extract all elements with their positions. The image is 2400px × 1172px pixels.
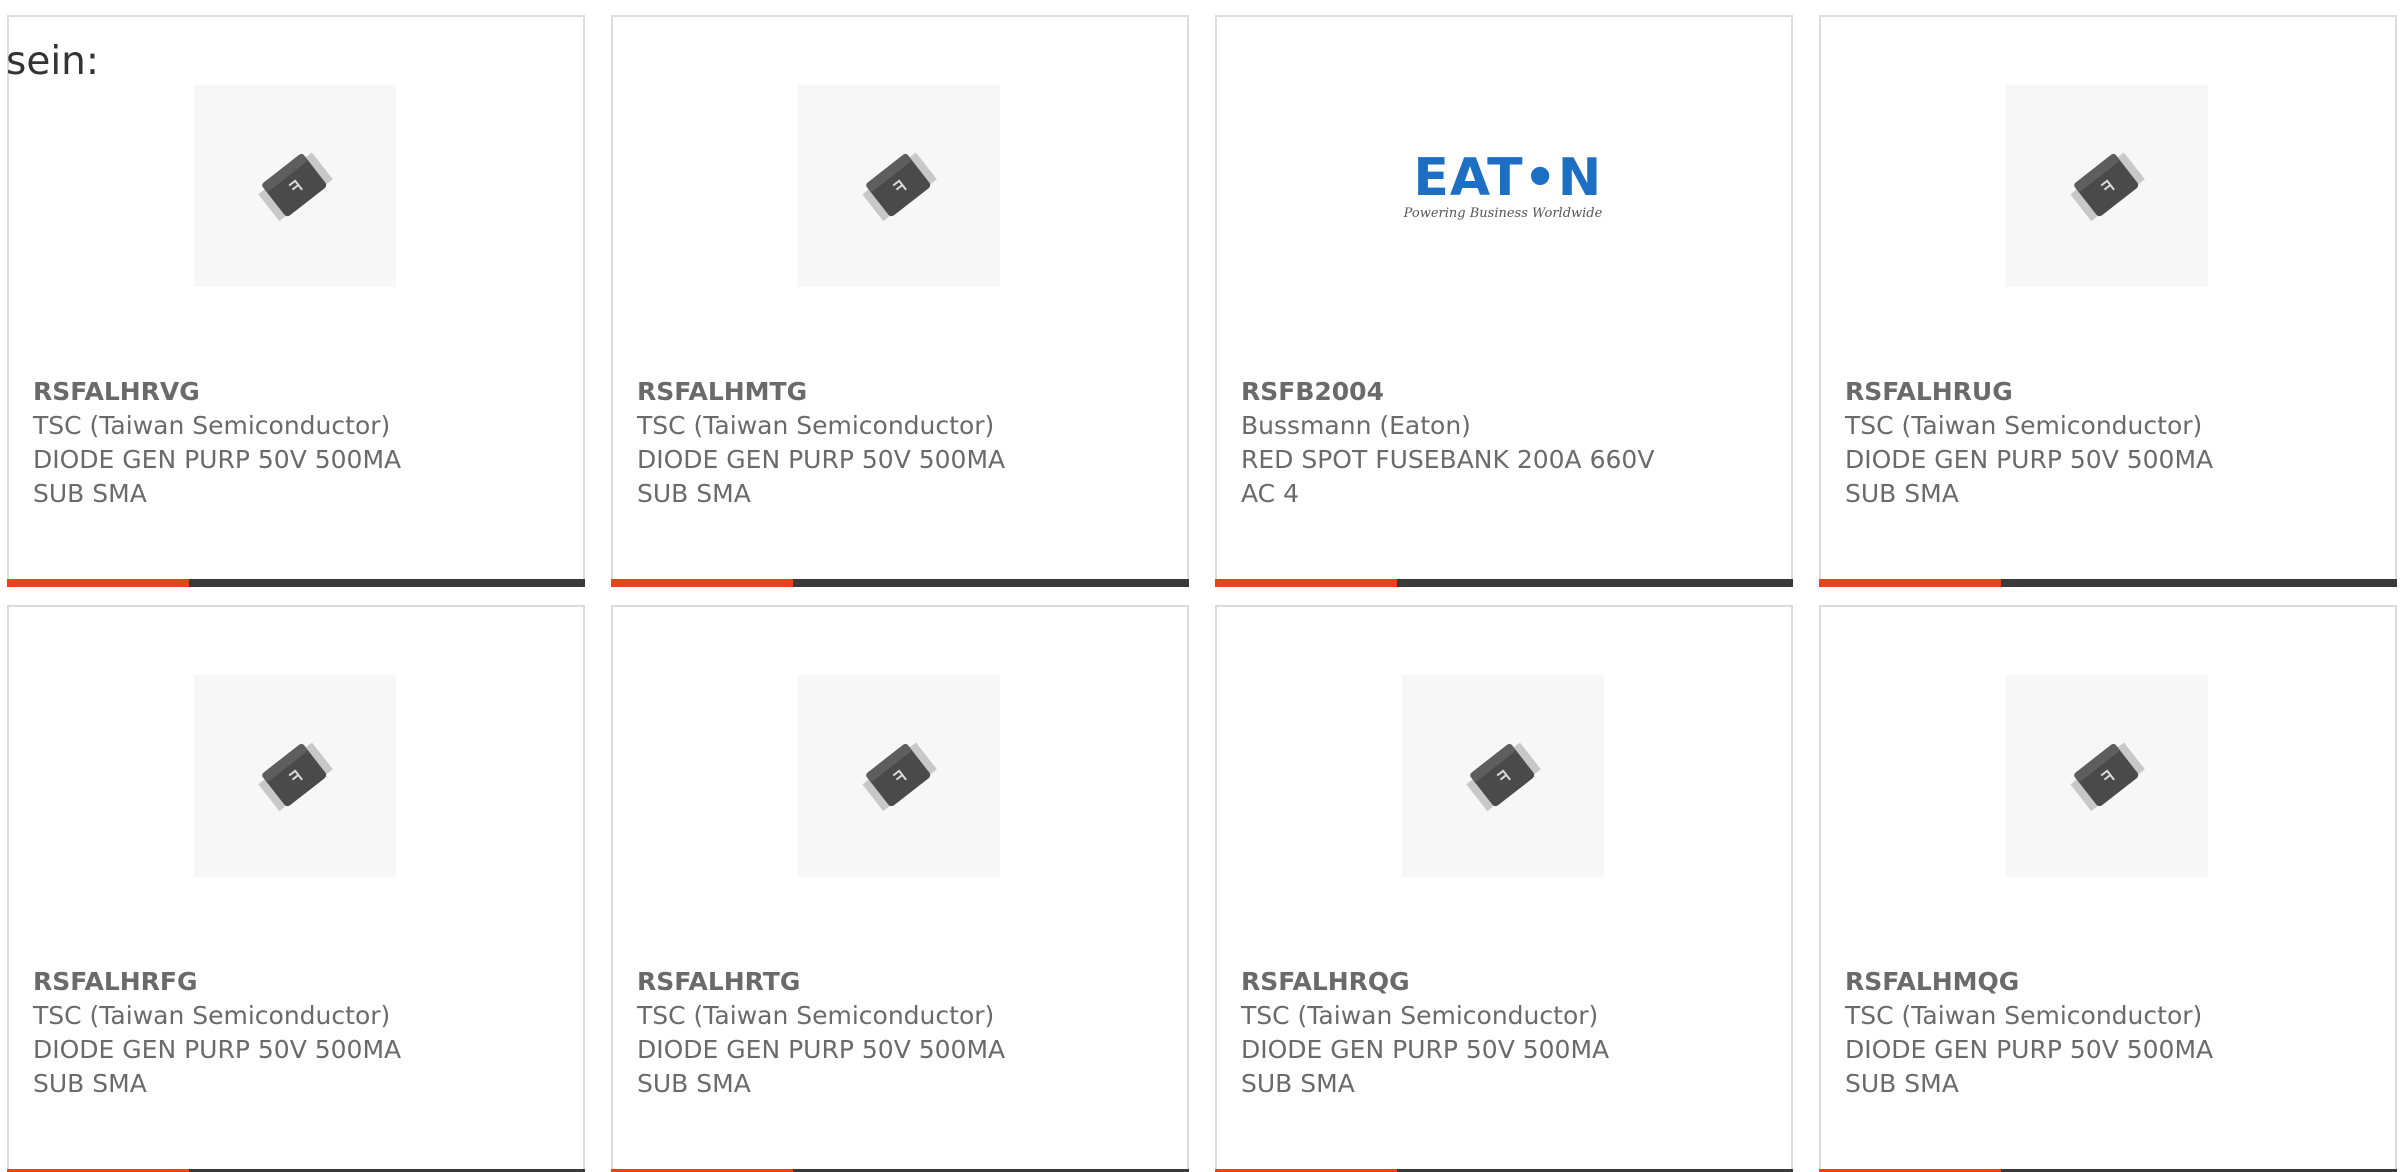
product-info: RSFALHRFG TSC (Taiwan Semiconductor) DIO…	[33, 965, 553, 1101]
card-bottom-bar	[7, 579, 585, 587]
description-line-1: DIODE GEN PURP 50V 500MA	[1845, 445, 2214, 474]
part-number-link[interactable]: RSFALHRUG	[1845, 375, 2365, 409]
description-line-1: DIODE GEN PURP 50V 500MA	[637, 445, 1006, 474]
manufacturer: TSC (Taiwan Semiconductor)	[1845, 1001, 2203, 1030]
product-info: RSFALHRVG TSC (Taiwan Semiconductor) DIO…	[33, 375, 553, 511]
card-accent-bar	[7, 579, 189, 587]
part-number-link[interactable]: RSFALHRVG	[33, 375, 553, 409]
part-number-link[interactable]: RSFALHMTG	[637, 375, 1157, 409]
description-line-2: AC 4	[1241, 479, 1299, 508]
sma-diode-package-icon: ᖷ	[258, 152, 333, 222]
product-card[interactable]: EAT•N Powering Business Worldwide RSFB20…	[1215, 15, 1793, 587]
sma-diode-package-icon: ᖷ	[862, 152, 937, 222]
description-line-2: SUB SMA	[637, 1069, 751, 1098]
product-info: RSFALHMQG TSC (Taiwan Semiconductor) DIO…	[1845, 965, 2365, 1101]
manufacturer: Bussmann (Eaton)	[1241, 411, 1471, 440]
sma-diode-package-icon: ᖷ	[862, 742, 937, 812]
description-line-1: DIODE GEN PURP 50V 500MA	[1845, 1035, 2214, 1064]
sma-diode-package-icon: ᖷ	[2070, 152, 2145, 222]
manufacturer: TSC (Taiwan Semiconductor)	[33, 411, 391, 440]
product-card[interactable]: ᖷ RSFALHRTG TSC (Taiwan Semiconductor) D…	[611, 605, 1189, 1172]
product-image[interactable]: EAT•N Powering Business Worldwide	[1402, 85, 1604, 287]
product-image[interactable]: ᖷ	[1402, 675, 1604, 877]
product-image[interactable]: ᖷ	[798, 85, 1000, 287]
card-accent-bar	[1215, 579, 1397, 587]
manufacturer: TSC (Taiwan Semiconductor)	[637, 411, 995, 440]
sma-diode-package-icon: ᖷ	[258, 742, 333, 812]
part-number-link[interactable]: RSFB2004	[1241, 375, 1761, 409]
part-number-link[interactable]: RSFALHRQG	[1241, 965, 1761, 999]
sma-diode-package-icon: ᖷ	[1466, 742, 1541, 812]
part-number-link[interactable]: RSFALHRFG	[33, 965, 553, 999]
product-card[interactable]: ᖷ RSFALHMTG TSC (Taiwan Semiconductor) D…	[611, 15, 1189, 587]
product-card[interactable]: ᖷ RSFALHMQG TSC (Taiwan Semiconductor) D…	[1819, 605, 2397, 1172]
part-number-link[interactable]: RSFALHMQG	[1845, 965, 2365, 999]
manufacturer: TSC (Taiwan Semiconductor)	[1845, 411, 2203, 440]
product-image[interactable]: ᖷ	[2006, 85, 2208, 287]
sma-diode-package-icon: ᖷ	[2070, 742, 2145, 812]
manufacturer: TSC (Taiwan Semiconductor)	[637, 1001, 995, 1030]
product-image[interactable]: ᖷ	[2006, 675, 2208, 877]
description-line-2: SUB SMA	[33, 479, 147, 508]
product-info: RSFALHRUG TSC (Taiwan Semiconductor) DIO…	[1845, 375, 2365, 511]
description-line-2: SUB SMA	[637, 479, 751, 508]
manufacturer: TSC (Taiwan Semiconductor)	[33, 1001, 391, 1030]
product-image[interactable]: ᖷ	[194, 85, 396, 287]
product-info: RSFALHRTG TSC (Taiwan Semiconductor) DIO…	[637, 965, 1157, 1101]
description-line-1: DIODE GEN PURP 50V 500MA	[33, 445, 402, 474]
description-line-1: DIODE GEN PURP 50V 500MA	[1241, 1035, 1610, 1064]
description-line-1: DIODE GEN PURP 50V 500MA	[33, 1035, 402, 1064]
product-image[interactable]: ᖷ	[798, 675, 1000, 877]
product-info: RSFALHMTG TSC (Taiwan Semiconductor) DIO…	[637, 375, 1157, 511]
description-line-2: SUB SMA	[1845, 479, 1959, 508]
description-line-2: SUB SMA	[1241, 1069, 1355, 1098]
card-bottom-bar	[1819, 579, 2397, 587]
eaton-logo-tagline: Powering Business Worldwide	[1403, 205, 1603, 221]
card-bottom-bar	[1215, 579, 1793, 587]
manufacturer: TSC (Taiwan Semiconductor)	[1241, 1001, 1599, 1030]
product-grid-page: sein: ᖷ RSFALHRVG TSC (Taiwan Semiconduc…	[0, 0, 2400, 1172]
product-info: RSFALHRQG TSC (Taiwan Semiconductor) DIO…	[1241, 965, 1761, 1101]
product-info: RSFB2004 Bussmann (Eaton) RED SPOT FUSEB…	[1241, 375, 1761, 511]
product-card[interactable]: ᖷ RSFALHRQG TSC (Taiwan Semiconductor) D…	[1215, 605, 1793, 1172]
description-line-1: RED SPOT FUSEBANK 200A 660V	[1241, 445, 1655, 474]
description-line-2: SUB SMA	[1845, 1069, 1959, 1098]
description-line-2: SUB SMA	[33, 1069, 147, 1098]
product-image[interactable]: ᖷ	[194, 675, 396, 877]
eaton-logo: EAT•N Powering Business Worldwide	[1404, 152, 1603, 221]
product-card[interactable]: ᖷ RSFALHRFG TSC (Taiwan Semiconductor) D…	[7, 605, 585, 1172]
intro-text: sein:	[6, 39, 100, 84]
card-accent-bar	[1819, 579, 2001, 587]
eaton-logo-word: EAT•N	[1413, 147, 1603, 208]
card-bottom-bar	[611, 579, 1189, 587]
product-card[interactable]: ᖷ RSFALHRUG TSC (Taiwan Semiconductor) D…	[1819, 15, 2397, 587]
card-accent-bar	[611, 579, 793, 587]
part-number-link[interactable]: RSFALHRTG	[637, 965, 1157, 999]
description-line-1: DIODE GEN PURP 50V 500MA	[637, 1035, 1006, 1064]
product-card[interactable]: ᖷ RSFALHRVG TSC (Taiwan Semiconductor) D…	[7, 15, 585, 587]
